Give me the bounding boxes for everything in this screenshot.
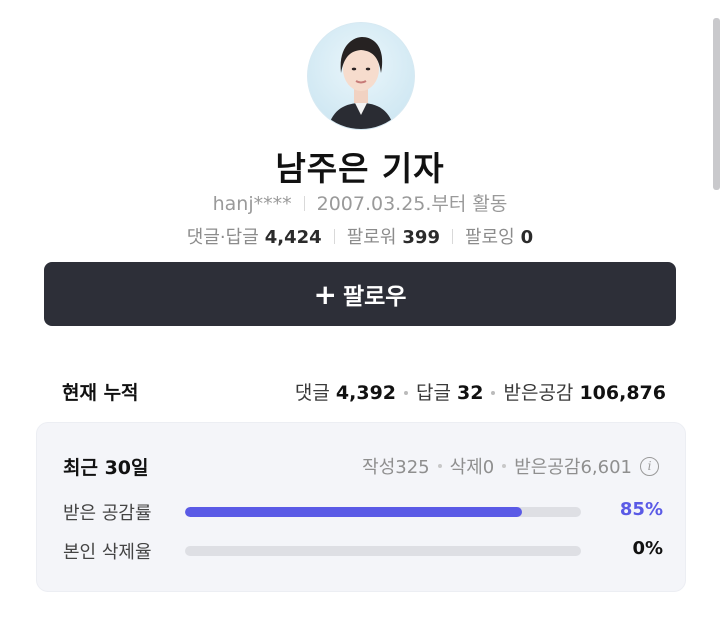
- profile-name: 남주은 기자: [275, 149, 445, 188]
- divider: [451, 229, 453, 244]
- totals-replies: 답글 32: [416, 382, 484, 404]
- recent-stats: 작성325 삭제0 받은공감6,601 i: [362, 453, 659, 479]
- active-since: 2007.03.25.부터 활동: [316, 193, 508, 215]
- delete-rate-track: [185, 546, 581, 556]
- info-icon[interactable]: i: [640, 456, 659, 476]
- stat-comments-label: 댓글·답글: [186, 227, 259, 248]
- like-rate-label: 받은 공감률: [63, 503, 152, 524]
- recent-written: 작성325: [362, 457, 430, 478]
- follow-button[interactable]: + 팔로우: [44, 262, 676, 326]
- recent-likes: 받은공감6,601: [514, 457, 632, 478]
- like-rate-fill: [185, 507, 522, 517]
- stat-comments[interactable]: 댓글·답글 4,424: [187, 227, 322, 248]
- divider: [303, 196, 305, 211]
- delete-rate-label: 본인 삭제율: [63, 542, 152, 563]
- stat-following[interactable]: 팔로잉 0: [465, 227, 533, 248]
- plus-icon: +: [313, 277, 337, 311]
- profile-avatar: [307, 22, 415, 130]
- like-rate-track: [185, 507, 581, 517]
- delete-rate-row: 본인 삭제율 0%: [63, 538, 663, 563]
- stat-followers[interactable]: 팔로워 399: [347, 227, 440, 248]
- totals-label: 현재 누적: [62, 382, 139, 404]
- like-rate-row: 받은 공감률 85%: [63, 499, 663, 524]
- dot-separator: [502, 464, 507, 468]
- dot-separator: [437, 464, 442, 468]
- stat-followers-value: 399: [402, 227, 440, 248]
- like-rate-value: 85%: [619, 499, 663, 520]
- stat-following-value: 0: [520, 227, 534, 248]
- stat-followers-label: 팔로워: [346, 227, 397, 248]
- profile-stats: 댓글·답글 4,424 팔로워 399 팔로잉 0: [0, 223, 720, 249]
- recent-card: 최근 30일 작성325 삭제0 받은공감6,601 i 받은 공감률 85% 본인 …: [36, 422, 686, 592]
- delete-rate-value: 0%: [632, 538, 663, 559]
- recent-deleted: 삭제0: [449, 457, 495, 478]
- recent-label: 최근 30일: [63, 457, 149, 479]
- user-id: hanj****: [212, 193, 292, 215]
- dot-separator: [491, 391, 496, 395]
- dot-separator: [404, 391, 409, 395]
- stat-comments-value: 4,424: [264, 227, 322, 248]
- totals-stats: 댓글 4,392 답글 32 받은공감 106,876: [295, 378, 666, 405]
- stat-following-label: 팔로잉: [464, 227, 515, 248]
- profile-meta: hanj**** 2007.03.25.부터 활동: [0, 189, 720, 216]
- totals-comments: 댓글 4,392: [294, 382, 397, 404]
- divider: [333, 229, 335, 244]
- totals-likes: 받은공감 106,876: [503, 382, 666, 404]
- follow-button-label: 팔로우: [342, 284, 407, 310]
